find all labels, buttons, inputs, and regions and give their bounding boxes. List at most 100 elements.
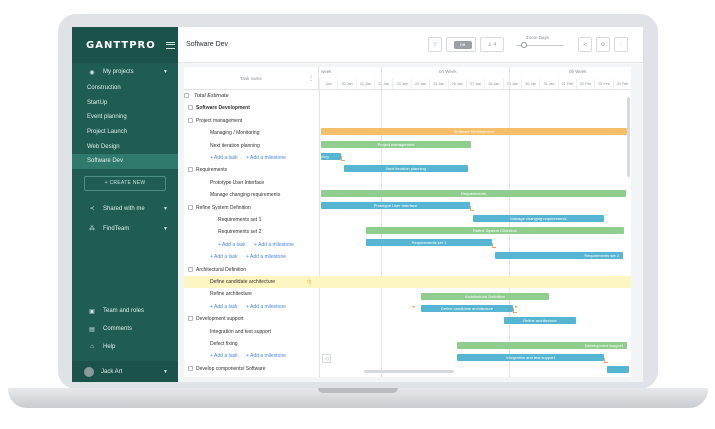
- task-name: Next iteration planning: [210, 142, 260, 149]
- bar-architectural-definition[interactable]: Architectural Definition: [421, 293, 549, 300]
- help-link[interactable]: ⌂ Help: [72, 338, 178, 356]
- more-button[interactable]: ⋮: [614, 37, 628, 52]
- bar-requirements-set-2[interactable]: Requirements set 2: [495, 252, 623, 259]
- table-row[interactable]: Architectural Definition: [184, 264, 631, 276]
- bar-integration-test[interactable]: Integration and test support: [457, 354, 604, 361]
- create-new-button[interactable]: + CREATE NEW: [84, 175, 166, 191]
- table-row[interactable]: Refine architecture: [184, 288, 631, 300]
- collapse-toggle-icon[interactable]: [188, 365, 193, 371]
- add-row[interactable]: + Add a task + Add a milestone: [184, 301, 631, 313]
- task-name: Defect fixing: [210, 341, 238, 347]
- collapse-toggle-icon[interactable]: [188, 204, 193, 210]
- sidebar-item-construction[interactable]: Construction: [72, 81, 178, 96]
- table-row[interactable]: Define candidate architecture ◷: [184, 276, 631, 289]
- add-row[interactable]: + Add a task + Add a milestone: [184, 152, 631, 164]
- bar-manage-changing[interactable]: Manage changing requirements: [473, 215, 604, 222]
- horizontal-scrollbar[interactable]: [364, 370, 454, 373]
- add-task-link[interactable]: + Add a task: [210, 254, 238, 260]
- table-row[interactable]: Develop components/ Software: [184, 363, 631, 375]
- shared-with-me-toggle[interactable]: ≺ Shared with me ▼: [72, 199, 178, 219]
- add-task-link[interactable]: + Add a task: [210, 155, 238, 161]
- add-task-link[interactable]: + Add a task: [218, 242, 246, 248]
- collapse-grid-button[interactable]: ◁: [322, 354, 331, 363]
- add-milestone-link[interactable]: + Add a milestone: [246, 353, 286, 359]
- bar-define-candidate[interactable]: Define candidate architecture: [421, 305, 513, 312]
- toggle-button[interactable]: Off: [446, 37, 476, 52]
- sidebar-header: GANTTPRO: [72, 27, 178, 63]
- project-label: Software Dev: [87, 158, 124, 165]
- find-team-toggle[interactable]: ⁂ FindTeam ▼: [72, 219, 178, 239]
- sidebar-item-web-design[interactable]: Web Design: [72, 139, 178, 154]
- handle-icon[interactable]: ◂: [412, 304, 415, 310]
- task-name: Development support: [196, 316, 244, 323]
- bar-software-development[interactable]: Software Development: [321, 128, 627, 135]
- bar-managing-monitoring[interactable]: ning: [321, 153, 341, 160]
- my-projects-toggle[interactable]: ◉ My projects ▼: [72, 63, 178, 81]
- share-button[interactable]: ≺: [578, 37, 592, 52]
- sidebar-item-project-launch[interactable]: Project Launch: [72, 125, 178, 140]
- table-row[interactable]: Project management: [184, 115, 631, 127]
- collapse-toggle-icon[interactable]: [188, 117, 193, 123]
- settings-button[interactable]: ⚙: [596, 37, 610, 52]
- task-name-header: Task name: [240, 75, 262, 81]
- day-label: 27 Jan: [465, 79, 484, 89]
- more-vertical-icon: ⋮: [618, 41, 624, 48]
- bar-project-management[interactable]: Project management: [321, 141, 471, 148]
- bar-requirements-set-1[interactable]: Requirements set 1: [366, 239, 492, 246]
- sidebar-item-startup[interactable]: StartUp: [72, 96, 178, 111]
- collapse-toggle-icon[interactable]: [188, 266, 193, 272]
- task-name: Project management: [196, 117, 243, 124]
- table-row[interactable]: Software Development: [184, 102, 631, 114]
- collapse-toggle-icon[interactable]: [188, 167, 193, 173]
- dependency-link: [513, 308, 517, 313]
- sidebar-item-event-planning[interactable]: Event planning: [72, 110, 178, 125]
- comments-link[interactable]: ▤ Comments: [72, 320, 178, 338]
- person-icon: ♙: [487, 41, 493, 48]
- comments-label: Comments: [103, 326, 133, 332]
- day-label: 26 Jan: [447, 79, 466, 89]
- add-task-link[interactable]: + Add a task: [210, 304, 238, 310]
- collapse-toggle-icon[interactable]: [184, 93, 189, 98]
- zoom-slider-handle[interactable]: [521, 42, 527, 48]
- user-menu[interactable]: Jack Art ▼: [72, 361, 178, 382]
- day-label: 28 Jan: [484, 79, 502, 89]
- bar-refine-architecture[interactable]: Refine architecture: [504, 317, 576, 324]
- team-and-roles-link[interactable]: ▣ Team and roles: [72, 302, 178, 320]
- add-milestone-link[interactable]: + Add a milestone: [254, 242, 294, 248]
- share-icon: ≺: [582, 41, 588, 48]
- sidebar-item-software-dev[interactable]: Software Dev: [72, 153, 178, 169]
- project-label: Web Design: [87, 143, 120, 150]
- toggle-switch: Off: [453, 40, 472, 49]
- bar-prototype-ui[interactable]: Prototype User Interface: [321, 202, 470, 209]
- bar-defect-fixing[interactable]: [607, 366, 629, 373]
- dependency-link: [470, 206, 474, 211]
- bar-requirements[interactable]: Requirements: [321, 190, 626, 197]
- task-name: Integration and test support: [210, 328, 271, 335]
- collapse-toggle-icon[interactable]: [188, 316, 193, 322]
- column-menu-icon[interactable]: ⋮: [308, 75, 314, 82]
- day-label: 04 Feb: [612, 79, 631, 89]
- table-row[interactable]: Integration and test support: [184, 326, 631, 338]
- bar-development-support[interactable]: Development support: [457, 342, 627, 349]
- chevron-down-icon: ▼: [163, 205, 168, 212]
- clock-icon[interactable]: ◷: [307, 279, 311, 285]
- sidebar: GANTTPRO ◉ My projects ▼ Construction St…: [72, 27, 178, 382]
- bar-refine-system[interactable]: Refine System Definition: [366, 227, 624, 234]
- table-row[interactable]: Total Estimate: [184, 90, 631, 102]
- people-count: 4: [493, 41, 497, 48]
- day-label: Jan: [319, 79, 337, 89]
- add-milestone-link[interactable]: + Add a milestone: [246, 254, 286, 260]
- bar-next-iteration[interactable]: Next iteration planning: [344, 165, 468, 172]
- menu-icon[interactable]: [165, 41, 175, 49]
- day-label: 23 Jan: [392, 79, 410, 89]
- people-button[interactable]: ♙ 4: [480, 37, 504, 52]
- vertical-scrollbar[interactable]: [627, 97, 630, 177]
- collapse-toggle-icon[interactable]: [188, 105, 193, 111]
- add-milestone-link[interactable]: + Add a milestone: [246, 304, 286, 310]
- add-task-link[interactable]: + Add a task: [210, 353, 238, 359]
- add-milestone-link[interactable]: + Add a milestone: [246, 155, 286, 161]
- table-row[interactable]: Prototype User Interface: [184, 177, 631, 189]
- shared-label: Shared with me: [103, 205, 145, 212]
- task-name: Software Development: [196, 105, 250, 112]
- filter-button[interactable]: ▽: [428, 37, 442, 52]
